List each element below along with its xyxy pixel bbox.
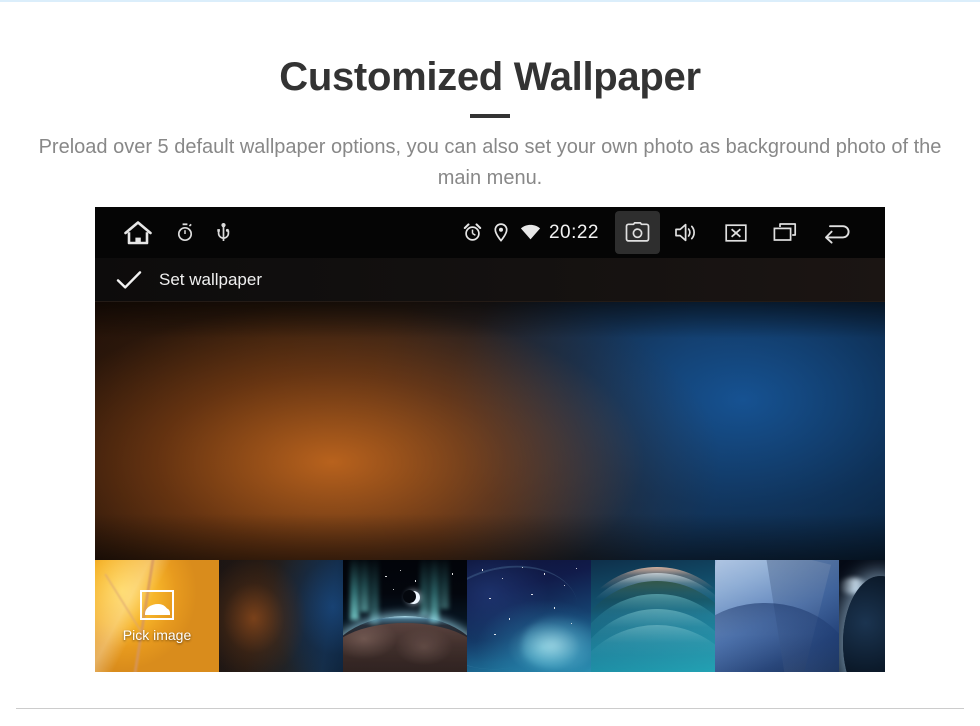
status-bar-clock: 20:22: [548, 221, 599, 243]
set-wallpaper-label: Set wallpaper: [159, 269, 263, 289]
aurora-ray: [370, 560, 380, 625]
thumb-artwork: [219, 560, 343, 672]
top-accent-rule: [0, 0, 980, 2]
wallpaper-thumb-geometric[interactable]: [715, 560, 839, 672]
page-title: Customized Wallpaper: [279, 55, 701, 99]
back-arrow-icon[interactable]: [811, 211, 865, 254]
picture-icon: [140, 589, 174, 620]
recent-apps-icon[interactable]: [762, 211, 807, 254]
thumb-artwork: [839, 560, 885, 672]
location-pin-icon: [494, 223, 508, 242]
volume-icon[interactable]: [664, 211, 709, 254]
pick-image-thumb[interactable]: Pick image: [95, 560, 219, 672]
camera-icon[interactable]: [615, 211, 660, 254]
pick-image-label: Pick image: [122, 626, 192, 643]
picture-icon-hill-small: [159, 607, 170, 615]
nebula-wisp: [521, 616, 591, 670]
wifi-icon: [520, 224, 541, 241]
wallpaper-thumb-wave[interactable]: [591, 560, 715, 672]
home-icon[interactable]: [123, 219, 153, 246]
pick-image-overlay: Pick image: [95, 560, 219, 672]
title-underline: [470, 114, 510, 118]
alarm-icon: [463, 223, 482, 242]
crescent-moon: [403, 590, 421, 605]
heading-block: Customized Wallpaper Preload over 5 defa…: [0, 52, 980, 194]
planet-surface: [343, 622, 467, 672]
android-device-screen: 20:22 Set wallpaper Pick image: [95, 207, 885, 672]
wallpaper-thumb-aurora[interactable]: [343, 560, 467, 672]
close-box-icon[interactable]: [713, 211, 758, 254]
aurora-ray: [439, 560, 449, 610]
preview-vignette: [95, 302, 885, 560]
usb-icon[interactable]: [217, 223, 230, 242]
wallpaper-thumb-blur[interactable]: [219, 560, 343, 672]
aurora-ray: [429, 560, 439, 623]
status-bar-right-group: 20:22: [463, 211, 885, 254]
thumb-artwork: [591, 560, 715, 672]
status-bar-left-group: [95, 219, 230, 246]
thumb-artwork: [715, 560, 839, 672]
timer-icon[interactable]: [177, 223, 193, 242]
aurora-ray: [350, 560, 360, 621]
wallpaper-thumbnail-strip[interactable]: Pick image: [95, 560, 885, 672]
thumb-artwork: [467, 560, 591, 672]
page-subtitle: Preload over 5 default wallpaper options…: [38, 136, 942, 189]
aurora-ray: [419, 560, 429, 616]
aurora-ray: [360, 560, 370, 612]
wallpaper-thumb-eclipse[interactable]: [839, 560, 885, 672]
thumb-artwork: [343, 560, 467, 672]
set-wallpaper-action-bar[interactable]: Set wallpaper: [95, 258, 885, 302]
status-bar: 20:22: [95, 207, 885, 258]
wallpaper-thumb-nebula[interactable]: [467, 560, 591, 672]
bottom-divider: [16, 708, 964, 709]
wallpaper-preview[interactable]: [95, 302, 885, 560]
check-icon[interactable]: [115, 269, 143, 291]
